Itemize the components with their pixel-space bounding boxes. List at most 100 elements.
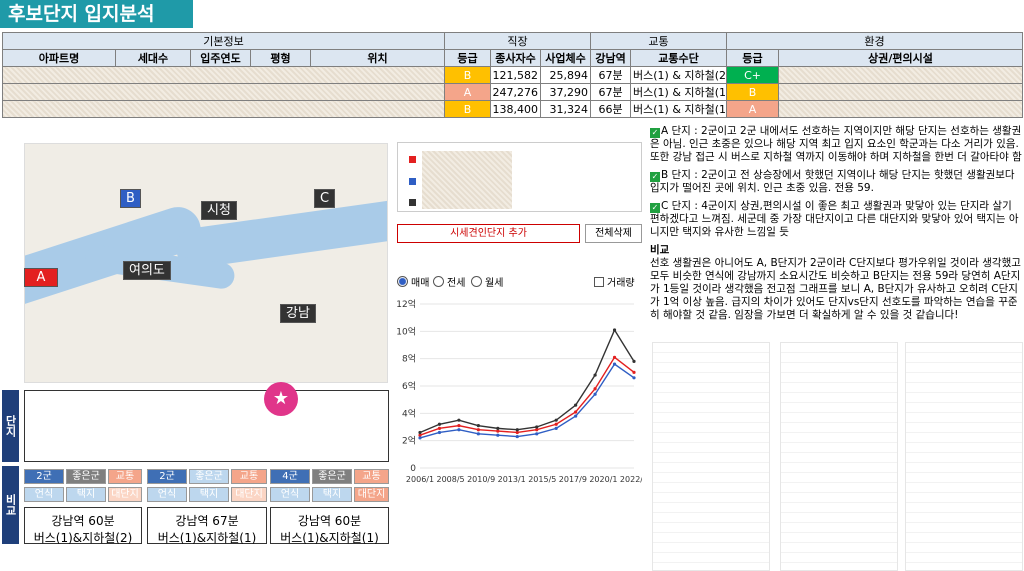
data-point xyxy=(457,428,461,432)
thumbnail-row xyxy=(653,413,769,423)
gangnam-cell: 67분 xyxy=(590,83,632,101)
thumbnail-row xyxy=(906,513,1022,523)
col-header: 세대수 xyxy=(115,49,191,67)
chip: 대단지 xyxy=(231,487,267,502)
thumbnail-row xyxy=(906,373,1022,383)
thumbnail-row xyxy=(906,553,1022,563)
radio-dot xyxy=(471,276,482,287)
transaction-list-thumbnail xyxy=(905,342,1023,571)
radio-label: 매매 xyxy=(411,278,430,289)
chip: 교통 xyxy=(108,469,142,484)
chip: 대단지 xyxy=(354,487,389,502)
map-label-sicheong: 시청 xyxy=(201,201,237,220)
thumbnail-row xyxy=(653,423,769,433)
x-tick-label: 2010/9 xyxy=(467,475,495,484)
x-tick-label: 2008/5 xyxy=(436,475,464,484)
chip: 4군 xyxy=(270,469,310,484)
thumbnail-row xyxy=(906,523,1022,533)
data-point xyxy=(612,328,617,332)
y-tick-label: 2억 xyxy=(402,435,416,447)
thumbnail-row xyxy=(906,423,1022,433)
map-label-c: C xyxy=(314,189,336,208)
transit-cell: 버스(1) & 지하철(1) xyxy=(630,100,728,118)
y-tick-label: 0 xyxy=(410,464,416,474)
thumbnail-row xyxy=(653,513,769,523)
redacted-basic-info xyxy=(2,66,445,84)
col-header: 아파트명 xyxy=(2,49,116,67)
table-row: B 121,582 25,894 67분 버스(1) & 지하철(2) C+ xyxy=(2,66,1024,84)
y-tick-label: 12억 xyxy=(396,298,416,310)
table-row: A 247,276 37,290 67분 버스(1) & 지하철(1) B xyxy=(2,83,1024,101)
price-chart: 02억4억6억8억10억12억2006/1 2008/5 2010/9 2013/1 2… xyxy=(396,298,642,484)
clear-all-button[interactable]: 전체삭제 xyxy=(585,224,642,243)
thumbnail-row xyxy=(906,363,1022,373)
radio-monthly[interactable]: 월세 xyxy=(471,274,503,289)
thumbnail-row xyxy=(781,443,897,453)
data-point xyxy=(574,410,578,414)
thumbnail-row xyxy=(781,523,897,533)
group-transit: 교통 xyxy=(590,32,728,50)
commute-box: 강남역 60분 버스(1)&지하철(2) xyxy=(24,507,142,545)
workers-cell: 247,276 xyxy=(490,83,541,101)
thumbnail-row xyxy=(653,533,769,543)
thumbnail-row xyxy=(653,343,769,353)
thumbnail-row xyxy=(906,343,1022,353)
data-point xyxy=(574,414,578,418)
table-row: B 138,400 31,324 66분 버스(1) & 지하철(1) A xyxy=(2,100,1024,118)
radio-sale[interactable]: 매매 xyxy=(397,274,429,289)
checkbox-label: 거래량 xyxy=(607,278,635,289)
thumbnail-row xyxy=(653,463,769,473)
x-tick-label: 2013/1 xyxy=(498,475,526,484)
chip: 좋은군 xyxy=(312,469,352,484)
thumbnail-row xyxy=(781,453,897,463)
transaction-list-thumbnail xyxy=(652,342,770,571)
env-grade: B xyxy=(726,83,780,101)
data-point xyxy=(457,418,461,422)
star-icon[interactable]: ★ xyxy=(264,382,298,416)
data-point xyxy=(632,370,636,374)
data-point xyxy=(476,424,480,428)
notes-heading: 비교 xyxy=(650,244,670,256)
data-point xyxy=(476,428,480,432)
note-a: ✓ A 단지 : 2군이고 2군 내에서도 선호하는 지역이지만 해당 단지는 선… xyxy=(650,125,1022,164)
biz-cell: 31,324 xyxy=(539,100,592,118)
add-reference-button[interactable]: 시세견인단지 추가 xyxy=(397,224,580,243)
thumbnail-row xyxy=(906,543,1022,553)
thumbnail-row xyxy=(781,353,897,363)
col-header: 위치 xyxy=(310,49,445,67)
chip: 교통 xyxy=(354,469,389,484)
data-point xyxy=(418,430,422,435)
data-point xyxy=(515,428,519,432)
chip: 언식 xyxy=(270,487,310,502)
thumbnail-row xyxy=(906,353,1022,363)
y-tick-label: 8억 xyxy=(402,353,416,365)
col-header: 상권/편의시설 xyxy=(778,49,1024,67)
x-tick-label: 2017/9 xyxy=(559,475,587,484)
thumbnail-row xyxy=(906,463,1022,473)
data-point xyxy=(515,434,519,439)
y-tick-label: 10억 xyxy=(396,325,416,337)
note-b: ✓ B 단지 : 2군이고 전 상승장에서 핫했던 지역이나 해당 단지는 핫했던… xyxy=(650,169,1022,195)
x-tick-label: 2022/5 xyxy=(620,475,642,484)
thumbnail-row xyxy=(653,503,769,513)
data-point xyxy=(554,418,558,422)
legend-swatch xyxy=(409,199,416,206)
map-label-a: A xyxy=(24,268,58,287)
redacted-env xyxy=(778,83,1024,101)
thumbnail-row xyxy=(906,403,1022,413)
side-tag-danji: 단지 xyxy=(2,390,19,462)
data-point xyxy=(554,426,558,430)
data-point xyxy=(632,359,636,363)
check-icon: ✓ xyxy=(650,172,660,182)
thumbnail-row xyxy=(781,543,897,553)
radio-jeonse[interactable]: 전세 xyxy=(433,274,465,289)
note-b-text: B 단지 : 2군이고 전 상승장에서 핫했던 지역이나 해당 단지는 핫했던 … xyxy=(650,169,1015,194)
commute-box: 강남역 60분 버스(1)&지하철(1) xyxy=(270,507,389,545)
data-point xyxy=(476,432,480,436)
col-header: 등급 xyxy=(444,49,491,67)
data-point xyxy=(554,422,558,426)
location-map[interactable]: B C 시청 여의도 강남 xyxy=(24,143,388,383)
chip: 택지 xyxy=(66,487,106,502)
volume-checkbox[interactable]: 거래량 xyxy=(594,274,635,289)
thumbnail-row xyxy=(906,433,1022,443)
